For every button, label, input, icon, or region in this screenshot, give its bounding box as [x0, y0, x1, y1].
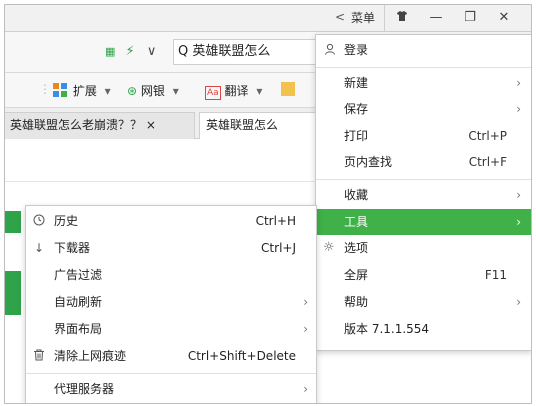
- menu-item-print[interactable]: 打印 Ctrl+P: [316, 123, 531, 149]
- menu-item-new[interactable]: 新建 ›: [316, 70, 531, 96]
- menu-item-label: 保存: [344, 102, 369, 116]
- menu-item-label: 打印: [344, 129, 369, 143]
- grid-icon: [53, 83, 67, 97]
- ext-bank[interactable]: ⊛ 网银 ▾: [127, 82, 179, 99]
- menu-item-shortcut: Ctrl+P: [468, 129, 507, 143]
- ext-label: 网银: [140, 84, 165, 98]
- menu-item-label: 代理服务器: [54, 382, 115, 396]
- clock-icon: [32, 208, 46, 235]
- menu-item-label: 选项: [344, 241, 369, 255]
- yen-icon: ⊛: [127, 84, 138, 98]
- menu-item-label: 新建: [344, 76, 369, 90]
- dropdown-icon[interactable]: ▾: [173, 84, 179, 98]
- menu-item-label: 自动刷新: [54, 295, 103, 309]
- chevron-right-icon: ›: [303, 382, 308, 396]
- divider: [26, 373, 316, 374]
- chevron-right-icon: ›: [516, 188, 521, 202]
- menu-item-options[interactable]: ☼ 选项: [316, 235, 531, 261]
- menu-item-label: 登录: [344, 43, 369, 57]
- menu-item-label: 工具: [344, 215, 369, 229]
- divider: [316, 179, 531, 180]
- menu-item-tools[interactable]: 工具 ›: [316, 209, 531, 235]
- title-bar: < 菜单 — ❐ ✕: [5, 5, 531, 32]
- main-menu: 登录 新建 › 保存 › 打印 Ctrl+P 页内查找 Ctrl+F 收藏 › …: [315, 34, 531, 351]
- tab-inactive[interactable]: 英雄联盟怎么老崩溃？？ ×: [5, 112, 195, 139]
- minimize-button[interactable]: —: [419, 5, 453, 31]
- menu-item-label: 广告过滤: [54, 268, 103, 282]
- page-green-block: [5, 271, 21, 315]
- menu-item-favorites[interactable]: 收藏 ›: [316, 182, 531, 208]
- menu-item-shortcut: Ctrl+Shift+Delete: [187, 349, 296, 363]
- divider: [316, 67, 531, 68]
- menu-item-history[interactable]: 历史 Ctrl+H: [26, 208, 316, 235]
- chevron-right-icon: ›: [516, 76, 521, 90]
- menu-item-label: 清除上网痕迹: [54, 349, 127, 363]
- chevron-right-icon: ›: [303, 295, 308, 309]
- menu-item-shortcut: F11: [484, 268, 507, 282]
- menu-item-layout[interactable]: 界面布局 ›: [26, 316, 316, 343]
- menu-item-label: 帮助: [344, 295, 369, 309]
- dropdown-icon[interactable]: ▾: [256, 84, 262, 98]
- menu-item-label: 收藏: [344, 188, 369, 202]
- divider-handle: ⋮: [39, 82, 51, 96]
- address-text: Q 英雄联盟怎么: [178, 44, 271, 59]
- dropdown-icon[interactable]: ▾: [105, 84, 111, 98]
- ext-label: 翻译: [224, 84, 249, 98]
- menu-item-version: 版本 7.1.1.554: [316, 316, 531, 342]
- gear-icon: ☼: [323, 240, 335, 255]
- page-green-block: [5, 211, 21, 233]
- trash-icon: [32, 343, 46, 370]
- maximize-button[interactable]: ❐: [453, 5, 487, 31]
- ext-label: 扩展: [72, 84, 97, 98]
- qr-code-icon[interactable]: ▦: [105, 45, 115, 58]
- tools-submenu: 历史 Ctrl+H ↓ 下载器 Ctrl+J 广告过滤 自动刷新 › 界面布局 …: [25, 205, 317, 403]
- skin-icon[interactable]: [384, 5, 419, 31]
- menu-item-label: 页内查找: [344, 155, 393, 169]
- menu-item-label: 界面布局: [54, 322, 103, 336]
- tab-label: 英雄联盟怎么: [206, 118, 279, 132]
- menu-item-help[interactable]: 帮助 ›: [316, 289, 531, 315]
- ext-more[interactable]: [281, 82, 295, 97]
- menu-item-proxy[interactable]: 代理服务器 ›: [26, 376, 316, 403]
- menu-button[interactable]: 菜单: [351, 9, 375, 26]
- chevron-right-icon: ›: [516, 215, 521, 229]
- menu-item-shortcut: Ctrl+J: [261, 241, 296, 255]
- lightning-icon[interactable]: ⚡: [126, 44, 135, 59]
- ext-translate[interactable]: Aa 翻译 ▾: [205, 82, 262, 100]
- menu-item-label: 下载器: [54, 241, 91, 255]
- menu-item-shortcut: Ctrl+F: [468, 155, 507, 169]
- menu-item-label: 全屏: [344, 268, 369, 282]
- addr-tools: ▦ ⚡ ∨: [105, 44, 156, 59]
- user-icon: [324, 37, 336, 63]
- menu-item-save[interactable]: 保存 ›: [316, 96, 531, 122]
- menu-item-autorefresh[interactable]: 自动刷新 ›: [26, 289, 316, 316]
- chevron-down-icon[interactable]: ∨: [147, 44, 157, 59]
- tab-active[interactable]: 英雄联盟怎么: [199, 112, 325, 139]
- menu-item-label: 历史: [54, 214, 79, 228]
- chevron-right-icon: ›: [516, 295, 521, 309]
- back-chevron-icon[interactable]: <: [335, 10, 345, 24]
- download-arrow-icon: ↓: [33, 241, 45, 255]
- version-label: 版本 7.1.1.554: [344, 322, 430, 336]
- translate-icon: Aa: [205, 86, 221, 100]
- chevron-right-icon: ›: [303, 322, 308, 336]
- menu-item-clear-traces[interactable]: 清除上网痕迹 Ctrl+Shift+Delete: [26, 343, 316, 370]
- ext-extend[interactable]: 扩展 ▾: [53, 82, 111, 99]
- browser-window: < 菜单 — ❐ ✕ ▦ ⚡ ∨ Q 英雄联盟怎么 ⋮ 扩展 ▾ ⊛ 网银 ▾: [4, 4, 532, 404]
- menu-item-find[interactable]: 页内查找 Ctrl+F: [316, 149, 531, 175]
- chevron-right-icon: ›: [516, 102, 521, 116]
- menu-item-fullscreen[interactable]: 全屏 F11: [316, 262, 531, 288]
- folder-icon: [281, 82, 295, 96]
- close-button[interactable]: ✕: [487, 5, 521, 31]
- menu-item-downloader[interactable]: ↓ 下载器 Ctrl+J: [26, 235, 316, 262]
- menu-item-shortcut: Ctrl+H: [255, 214, 296, 228]
- menu-item-adblock[interactable]: 广告过滤: [26, 262, 316, 289]
- menu-item-login[interactable]: 登录: [316, 37, 531, 63]
- tab-label: 英雄联盟怎么老崩溃？？ ×: [10, 118, 156, 132]
